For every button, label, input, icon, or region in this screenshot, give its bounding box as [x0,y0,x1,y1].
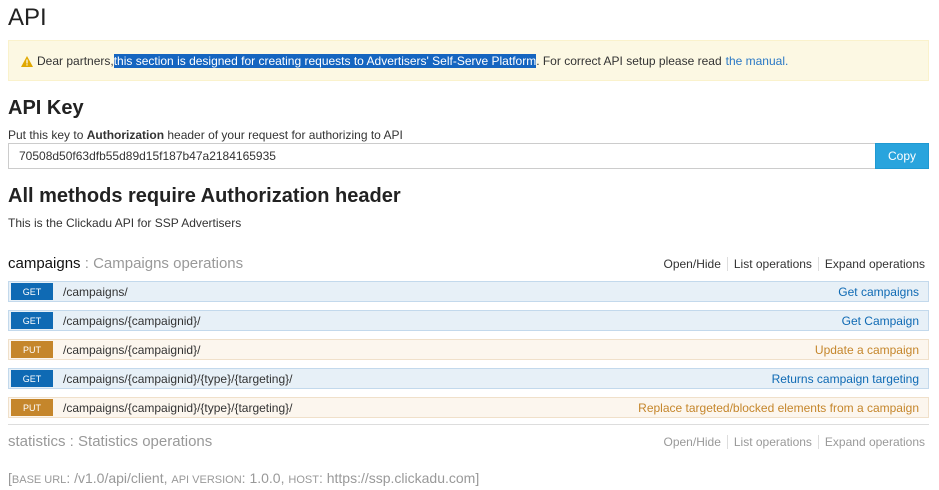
expand-operations-link[interactable]: Expand operations [819,435,929,449]
page-title: API [8,4,47,31]
info-title: All methods require Authorization header [8,185,401,207]
section-statistics-ops: Open/Hide List operations Expand operati… [664,435,930,449]
api-version-label: Api version [171,474,242,486]
endpoint-path[interactable]: /campaigns/{campaignid}/ [63,314,842,328]
endpoint-summary[interactable]: Returns campaign targeting [772,372,919,386]
endpoint-list: GET /campaigns/ Get campaigns GET /campa… [8,281,929,426]
method-badge-get[interactable]: GET [11,370,53,387]
api-key-field[interactable] [8,143,875,169]
section-campaigns-ops: Open/Hide List operations Expand operati… [664,257,930,271]
endpoint-row[interactable]: PUT /campaigns/{campaignid}/ Update a ca… [8,339,929,360]
section-campaigns-header: campaigns : Campaigns operations Open/Hi… [8,255,929,272]
warning-icon [21,56,33,67]
endpoint-path[interactable]: /campaigns/{campaignid}/ [63,343,815,357]
base-url-value: /v1.0/api/client [74,470,164,486]
list-operations-link[interactable]: List operations [728,435,819,449]
api-key-desc-before: Put this key to [8,128,87,142]
api-key-desc-bold: Authorization [86,128,165,142]
copy-button[interactable]: Copy [875,143,929,169]
method-badge-get[interactable]: GET [11,283,53,300]
notice-prefix: Dear partners, [37,53,114,68]
section-campaigns-separator: : [80,255,94,272]
api-version-value: 1.0.0 [249,470,281,486]
expand-operations-link[interactable]: Expand operations [819,257,929,271]
endpoint-row[interactable]: GET /campaigns/{campaignid}/{type}/{targ… [8,368,929,389]
method-badge-put[interactable]: PUT [11,341,53,358]
open-hide-link[interactable]: Open/Hide [664,257,728,271]
api-key-row: Copy [8,143,929,169]
endpoint-summary[interactable]: Get campaigns [838,285,919,299]
section-campaigns-title[interactable]: campaigns : Campaigns operations [8,255,243,272]
endpoint-summary[interactable]: Get Campaign [842,314,919,328]
host-label: Host [288,474,319,486]
base-url-label: Base url [11,474,67,486]
notice-highlighted-text: this section is designed for creating re… [113,53,537,68]
endpoint-path[interactable]: /campaigns/{campaignid}/{type}/{targetin… [63,372,772,386]
section-statistics-name[interactable]: statistics [8,433,66,450]
section-campaigns-description: Campaigns operations [93,255,244,272]
footer-close-bracket: ] [475,470,480,486]
api-key-title: API Key [8,97,84,119]
host-value: https://ssp.clickadu.com [326,470,476,486]
method-badge-get[interactable]: GET [11,312,53,329]
partner-notice: Dear partners, this section is designed … [8,40,929,81]
api-key-description: Put this key to Authorization header of … [8,128,403,142]
endpoint-summary[interactable]: Update a campaign [815,343,919,357]
section-divider [8,424,929,425]
open-hide-link[interactable]: Open/Hide [664,435,728,449]
notice-suffix: . For correct API setup please read [536,53,722,68]
method-badge-put[interactable]: PUT [11,399,53,416]
endpoint-summary[interactable]: Replace targeted/blocked elements from a… [638,401,919,415]
endpoint-path[interactable]: /campaigns/{campaignid}/{type}/{targetin… [63,401,638,415]
api-info-footer: [Base url: /v1.0/api/client, Api version… [8,470,480,486]
endpoint-row[interactable]: PUT /campaigns/{campaignid}/{type}/{targ… [8,397,929,418]
endpoint-path[interactable]: /campaigns/ [63,285,838,299]
endpoint-row[interactable]: GET /campaigns/{campaignid}/ Get Campaig… [8,310,929,331]
section-statistics-separator: : [65,433,79,450]
list-operations-link[interactable]: List operations [728,257,819,271]
section-statistics-description: Statistics operations [78,433,213,450]
section-campaigns-name[interactable]: campaigns [8,255,81,272]
info-description: This is the Clickadu API for SSP Adverti… [8,216,242,230]
api-key-desc-after: header of your request for authorizing t… [164,128,403,142]
section-statistics-header: statistics : Statistics operations Open/… [8,433,929,450]
endpoint-row[interactable]: GET /campaigns/ Get campaigns [8,281,929,302]
section-statistics-title[interactable]: statistics : Statistics operations [8,433,212,450]
manual-link[interactable]: the manual. [726,54,789,68]
